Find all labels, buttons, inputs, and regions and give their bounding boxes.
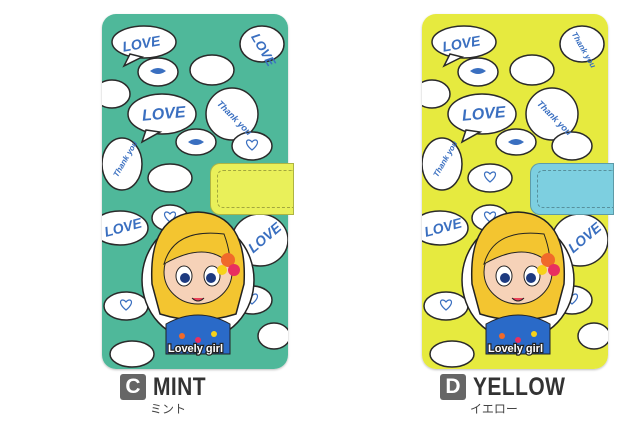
speech-bubble — [257, 322, 288, 350]
case-closure-strap[interactable] — [210, 163, 294, 215]
color-name: YELLOW — [473, 373, 566, 401]
variant-letter-badge: D — [440, 374, 466, 400]
strap-stitching — [217, 170, 293, 208]
strap-stitching — [537, 170, 613, 208]
speech-bubble — [551, 131, 593, 161]
character-label: Lovely girl — [168, 343, 223, 355]
color-caption: D YELLOW イエロー — [440, 371, 640, 421]
speech-bubble — [422, 79, 451, 109]
speech-bubble — [102, 79, 131, 109]
speech-bubble — [109, 340, 155, 368]
color-name: MINT — [153, 373, 207, 401]
speech-bubble — [231, 131, 273, 161]
color-name-kana: ミント — [150, 402, 187, 416]
case-closure-strap[interactable] — [530, 163, 614, 215]
product-card-mint[interactable]: LOVE LOVE LOVE Thank you Thank you LOVE … — [0, 0, 300, 440]
color-caption: C MINT ミント — [120, 371, 320, 421]
speech-bubble — [467, 163, 513, 193]
product-card-yellow[interactable]: LOVE Thank you LOVE Thank you Thank you … — [320, 0, 620, 440]
speech-bubble — [429, 340, 475, 368]
speech-bubble — [147, 163, 193, 193]
speech-bubble — [103, 291, 149, 321]
speech-bubble — [577, 322, 608, 350]
speech-bubble — [423, 291, 469, 321]
speech-bubble — [189, 54, 235, 86]
character-label: Lovely girl — [488, 343, 543, 355]
speech-bubble — [509, 54, 555, 86]
variant-letter-badge: C — [120, 374, 146, 400]
color-name-kana: イエロー — [470, 402, 518, 416]
